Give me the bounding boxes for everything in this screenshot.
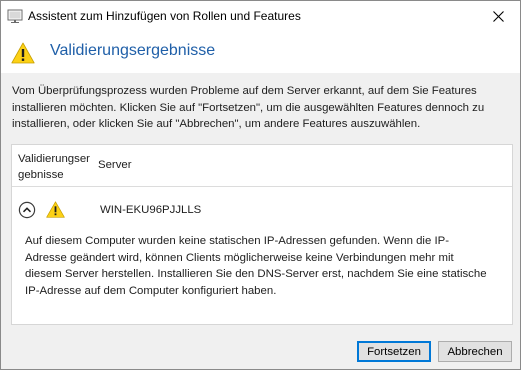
- close-icon: [492, 10, 504, 22]
- title-bar: Assistent zum Hinzufügen von Rollen und …: [1, 1, 520, 31]
- server-manager-icon: [7, 9, 23, 23]
- validation-message: Auf diesem Computer wurden keine statisc…: [25, 235, 487, 297]
- warning-icon: [11, 42, 35, 64]
- cancel-button[interactable]: Abbrechen: [438, 341, 512, 362]
- validation-results-table: Validierungsergebnisse Server WIN-EKU96P…: [11, 144, 513, 325]
- page-title: Validierungsergebnisse: [50, 42, 216, 59]
- page-header: Validierungsergebnisse: [1, 31, 520, 73]
- intro-text: Vom Überprüfungsprozess wurden Probleme …: [12, 85, 485, 130]
- server-name: WIN-EKU96PJJLLS: [100, 204, 202, 216]
- wizard-window: Assistent zum Hinzufügen von Rollen und …: [0, 0, 521, 370]
- window-title: Assistent zum Hinzufügen von Rollen und …: [28, 9, 301, 23]
- column-header-server[interactable]: Server: [98, 159, 132, 171]
- table-row[interactable]: WIN-EKU96PJJLLS: [12, 187, 512, 225]
- collapse-chevron-icon[interactable]: [18, 201, 36, 219]
- close-button[interactable]: [476, 1, 520, 31]
- warning-icon: [46, 201, 65, 218]
- column-header-validation-results[interactable]: Validierungsergebnisse: [18, 151, 96, 183]
- continue-button[interactable]: Fortsetzen: [357, 341, 431, 362]
